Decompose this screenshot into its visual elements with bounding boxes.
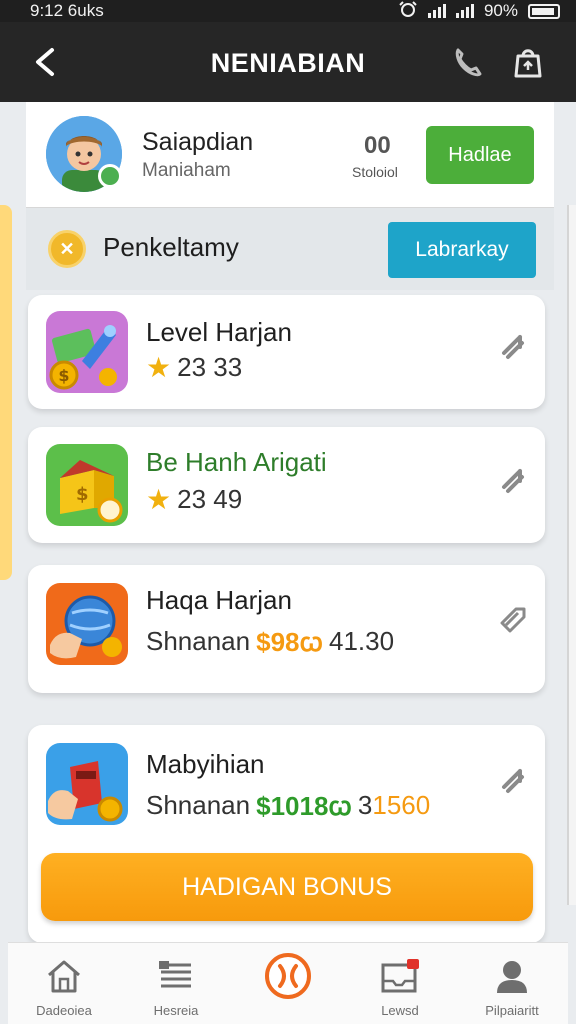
item-title: Level Harjan xyxy=(146,317,292,347)
list-item[interactable]: $ Level Harjan ★ 23 33 xyxy=(28,295,545,409)
svg-text:$: $ xyxy=(76,484,89,505)
status-bar: 9:12 6uks 90% xyxy=(0,0,576,22)
profile-name: Saiapdian xyxy=(142,128,254,156)
shopping-bag-icon xyxy=(514,49,542,78)
gift-box-icon: $ xyxy=(46,444,128,526)
chevron-right-icon xyxy=(502,335,524,359)
price-amount-a: 3 xyxy=(357,789,373,820)
bottom-nav: Dadeoiea Hesreia Lewsd Pilpaiaritt xyxy=(8,942,568,1024)
coin-icon: ✕ xyxy=(48,230,86,268)
home-icon xyxy=(48,960,80,993)
status-time: 9:12 6uks xyxy=(30,1,104,20)
stat-icon: 00 xyxy=(364,132,391,159)
mailbox-hand-icon xyxy=(46,743,128,825)
price-value: $1018ꞷ xyxy=(256,791,352,821)
chevron-right-icon xyxy=(502,769,524,793)
online-badge xyxy=(98,164,122,188)
app-header: NENIABIAN xyxy=(0,22,576,102)
nav-label: Hesreia xyxy=(153,1003,199,1018)
inbox-icon xyxy=(381,959,419,993)
rating-value: 23 49 xyxy=(177,484,243,514)
profile-subtitle: Maniaham xyxy=(142,160,231,181)
bag-button[interactable] xyxy=(510,44,546,80)
center-x-icon xyxy=(265,953,311,999)
star-icon: ★ xyxy=(146,352,172,383)
item-price-row: Shnanan $1018ꞷ 3 1560 xyxy=(146,787,430,823)
section-header: ✕ Penkeltamy Labrarkay xyxy=(26,208,554,290)
profile-icon xyxy=(497,961,527,993)
chevron-right-icon xyxy=(502,469,524,493)
profile-card: Saiapdian Maniaham 00 Stoloiol Hadlae xyxy=(26,102,554,208)
price-label: Shnanan xyxy=(146,625,251,656)
item-title: Haqa Harjan xyxy=(146,585,292,615)
battery-percent: 90% xyxy=(483,1,518,20)
bonus-button[interactable]: HADIGAN BONUS xyxy=(41,853,533,921)
battery-icon xyxy=(528,3,560,19)
item-title: Be Hanh Arigati xyxy=(146,447,327,477)
stat-label: Stoloiol xyxy=(352,164,398,180)
nav-item-list[interactable]: Hesreia xyxy=(120,943,232,1024)
nav-item-inbox[interactable]: Lewsd xyxy=(344,943,456,1024)
nav-label: Lewsd xyxy=(381,1003,419,1018)
nav-item-profile[interactable]: Pilpaiaritt xyxy=(456,943,568,1024)
item-rating: ★ 23 49 xyxy=(146,483,242,516)
list-item[interactable]: Haqa Harjan Shnanan $98ꞷ 41.30 xyxy=(28,565,545,693)
phone-button[interactable] xyxy=(450,44,486,80)
nav-label: Pilpaiaritt xyxy=(485,1003,539,1018)
price-amount-b: 1560 xyxy=(372,789,431,820)
price-value: $98ꞷ xyxy=(256,627,323,657)
list-icon xyxy=(159,961,191,988)
item-title: Mabyihian xyxy=(146,749,265,779)
rocket-coin-icon: $ xyxy=(46,311,128,393)
phone-icon xyxy=(455,48,482,77)
left-edge-panel xyxy=(0,205,12,580)
cell-signal-icon xyxy=(455,4,474,18)
section-title: Penkeltamy xyxy=(103,232,239,262)
nav-item-home[interactable]: Dadeoiea xyxy=(8,943,120,1024)
alarm-icon xyxy=(398,0,418,22)
tag-icon xyxy=(500,607,526,633)
price-label: Shnanan xyxy=(146,789,251,820)
section-action-button[interactable]: Labrarkay xyxy=(388,222,536,278)
rating-value: 23 33 xyxy=(177,352,243,382)
status-icons: 90% xyxy=(398,0,560,22)
wifi-signal-icon xyxy=(427,4,446,18)
price-amount: 41.30 xyxy=(329,625,395,656)
list-item[interactable]: $ Be Hanh Arigati ★ 23 49 xyxy=(28,427,545,543)
page-title: NENIABIAN xyxy=(210,48,366,78)
item-price-row: Shnanan $98ꞷ 41.30 xyxy=(146,623,394,659)
nav-label: Dadeoiea xyxy=(36,1003,92,1018)
right-edge-panel xyxy=(567,205,576,905)
list-item[interactable]: Mabyihian Shnanan $1018ꞷ 3 1560 HADIGAN B… xyxy=(28,725,545,943)
globe-hand-icon xyxy=(46,583,128,665)
profile-action-button[interactable]: Hadlae xyxy=(426,126,534,184)
nav-item-center[interactable] xyxy=(232,943,344,1024)
item-rating: ★ 23 33 xyxy=(146,351,242,384)
svg-text:$: $ xyxy=(58,366,69,385)
star-icon: ★ xyxy=(146,484,172,515)
